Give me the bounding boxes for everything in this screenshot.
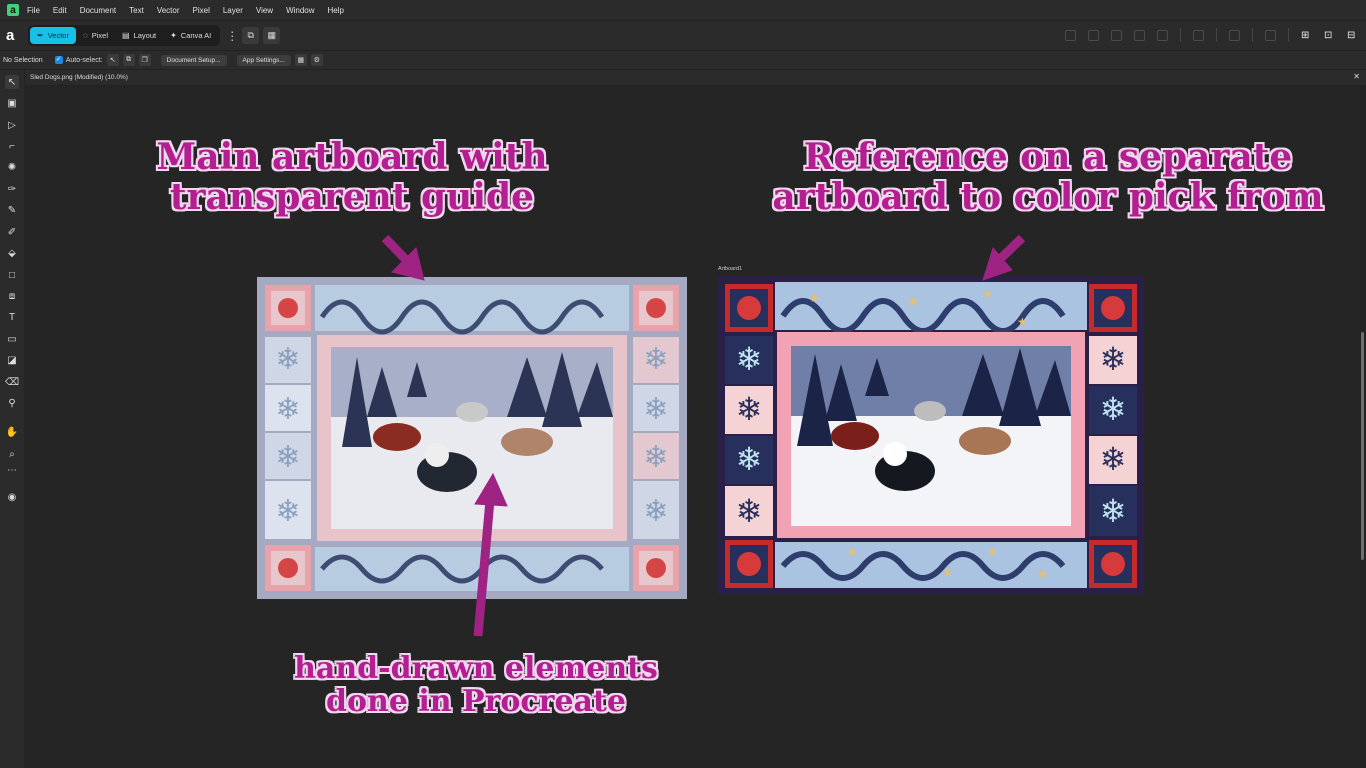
callout-line: done in Procreate xyxy=(326,684,626,719)
callout-line: Reference on a separate xyxy=(803,136,1293,178)
callout-line: hand-drawn elements xyxy=(294,651,658,686)
callout-line: artboard to color pick from xyxy=(772,175,1324,218)
annotation-arrows xyxy=(381,234,1026,637)
arrow-handdrawn xyxy=(473,499,495,637)
main-artboard-callout: Main artboard with transparent guide xyxy=(150,136,554,218)
arrow-handdrawn-head xyxy=(474,472,508,507)
callout-line: transparent guide xyxy=(169,175,535,218)
handdrawn-callout: hand-drawn elements done in Procreate xyxy=(290,652,662,718)
reference-callout: Reference on a separate artboard to colo… xyxy=(770,136,1326,218)
callout-line: Main artboard with xyxy=(156,136,548,178)
